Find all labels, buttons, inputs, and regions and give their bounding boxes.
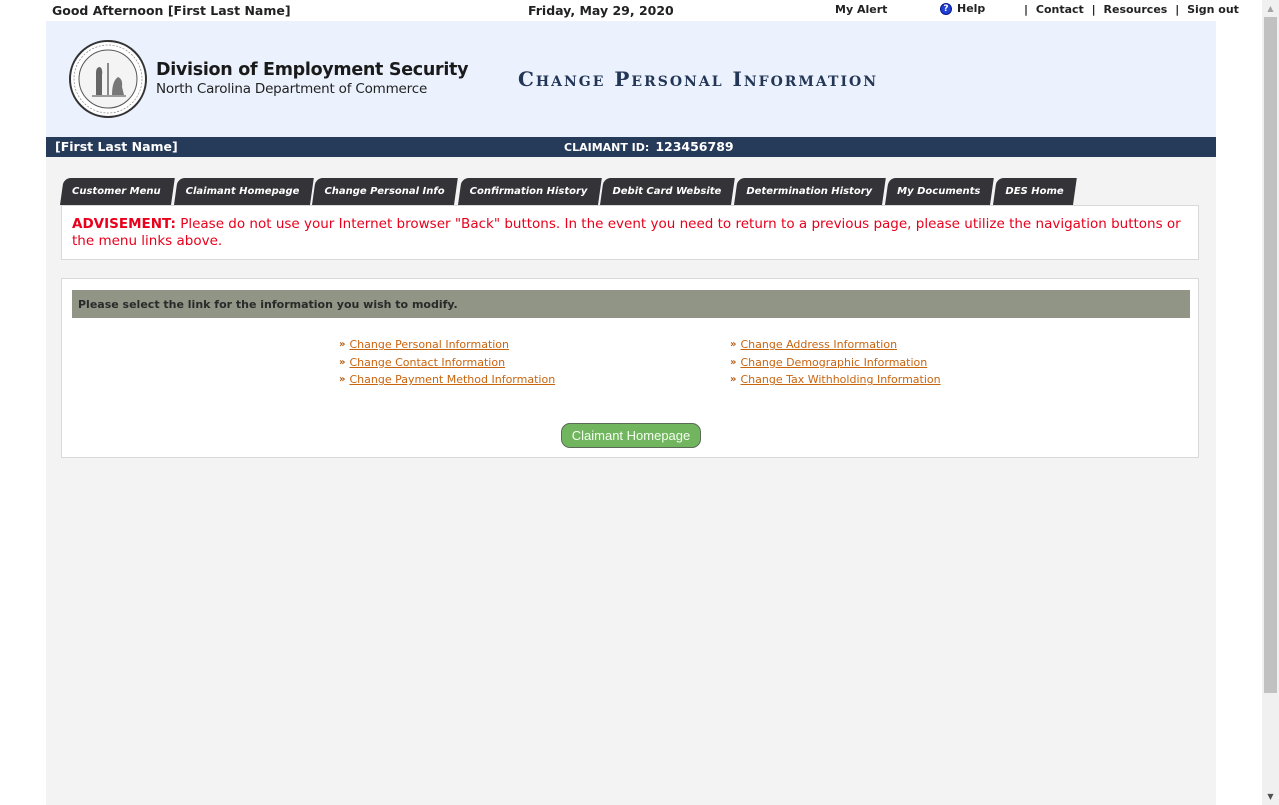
claimant-homepage-button[interactable]: Claimant Homepage (561, 423, 701, 448)
separator: | (1175, 3, 1180, 16)
tab-label: DES Home (1005, 186, 1064, 197)
claimant-bar: [First Last Name] CLAIMANT ID: 123456789 (46, 137, 1216, 157)
org-title: Division of Employment Security (156, 60, 469, 80)
greeting-user-name: [First Last Name] (167, 3, 291, 18)
list-item: » Change Address Information (730, 336, 941, 354)
double-chevron-icon: » (730, 356, 737, 368)
nav-tabs: Customer Menu Claimant Homepage Change P… (60, 178, 1077, 205)
claimant-id-label: CLAIMANT ID: (564, 141, 650, 154)
change-demographic-information-link[interactable]: Change Demographic Information (740, 356, 927, 369)
tab-label: Determination History (746, 186, 873, 197)
help-link-label[interactable]: Help (957, 2, 985, 15)
tab-label: Claimant Homepage (185, 186, 300, 197)
modify-info-panel: Please select the link for the informati… (61, 278, 1199, 458)
list-item: » Change Payment Method Information (339, 371, 555, 389)
contact-link[interactable]: Contact (1036, 3, 1084, 16)
change-personal-information-link[interactable]: Change Personal Information (349, 338, 509, 351)
site-header: Division of Employment Security North Ca… (46, 21, 1216, 137)
list-item: » Change Personal Information (339, 336, 555, 354)
tab-claimant-homepage[interactable]: Claimant Homepage (174, 178, 310, 205)
list-item: » Change Contact Information (339, 354, 555, 372)
top-utility-bar: Good Afternoon [First Last Name] Friday,… (0, 0, 1262, 21)
advisement-text: Please do not use your Internet browser … (72, 216, 1181, 249)
separator: | (1091, 3, 1096, 16)
instruction-bar: Please select the link for the informati… (72, 290, 1190, 318)
advisement-label: ADVISEMENT: (72, 216, 176, 232)
scroll-down-arrow-icon[interactable]: ▼ (1262, 788, 1279, 805)
greeting-text: Good Afternoon (52, 3, 164, 18)
tab-change-personal-info[interactable]: Change Personal Info (312, 178, 454, 205)
change-tax-withholding-information-link[interactable]: Change Tax Withholding Information (740, 373, 940, 386)
tab-customer-menu[interactable]: Customer Menu (60, 178, 171, 205)
sign-out-link[interactable]: Sign out (1187, 3, 1239, 16)
change-payment-method-information-link[interactable]: Change Payment Method Information (349, 373, 555, 386)
change-contact-information-link[interactable]: Change Contact Information (349, 356, 505, 369)
org-subtitle: North Carolina Department of Commerce (156, 81, 428, 97)
claimant-id: CLAIMANT ID: 123456789 (564, 139, 734, 154)
help-link[interactable]: ? Help (940, 2, 985, 15)
organization-name: Division of Employment Security North Ca… (156, 60, 469, 97)
current-date: Friday, May 29, 2020 (528, 3, 674, 18)
nc-state-seal-icon (69, 40, 147, 118)
tab-des-home[interactable]: DES Home (993, 178, 1073, 205)
resources-link[interactable]: Resources (1104, 3, 1168, 16)
double-chevron-icon: » (339, 374, 346, 386)
scroll-up-arrow-icon[interactable]: ▲ (1262, 0, 1279, 17)
top-links: | Contact | Resources | Sign out (1020, 3, 1239, 16)
vertical-scrollbar[interactable]: ▲ ▼ (1262, 0, 1279, 805)
advisement-notice: ADVISEMENT: Please do not use your Inter… (61, 205, 1199, 260)
help-icon[interactable]: ? (940, 2, 952, 15)
separator: | (1024, 3, 1029, 16)
tab-label: My Documents (897, 186, 981, 197)
greeting: Good Afternoon [First Last Name] (52, 3, 291, 18)
double-chevron-icon: » (339, 339, 346, 351)
page-container: Division of Employment Security North Ca… (46, 21, 1216, 805)
list-item: » Change Demographic Information (730, 354, 941, 372)
tab-confirmation-history[interactable]: Confirmation History (458, 178, 598, 205)
claimant-id-value: 123456789 (655, 139, 734, 154)
tab-label: Customer Menu (72, 186, 161, 197)
tab-determination-history[interactable]: Determination History (734, 178, 882, 205)
tab-debit-card-website[interactable]: Debit Card Website (600, 178, 731, 205)
change-address-information-link[interactable]: Change Address Information (740, 338, 897, 351)
double-chevron-icon: » (730, 339, 737, 351)
double-chevron-icon: » (730, 374, 737, 386)
double-chevron-icon: » (339, 356, 346, 368)
link-column-right: » Change Address Information » Change Demo… (730, 336, 941, 389)
my-alert-link[interactable]: My Alert (835, 3, 887, 16)
page-title: Change Personal Information (518, 67, 878, 91)
tab-label: Debit Card Website (612, 186, 722, 197)
link-column-left: » Change Personal Information » Change Con… (339, 336, 555, 389)
tab-my-documents[interactable]: My Documents (885, 178, 990, 205)
tab-label: Change Personal Info (324, 186, 445, 197)
list-item: » Change Tax Withholding Information (730, 371, 941, 389)
scrollbar-thumb[interactable] (1264, 17, 1277, 693)
tab-label: Confirmation History (469, 186, 588, 197)
claimant-name: [First Last Name] (55, 139, 178, 154)
